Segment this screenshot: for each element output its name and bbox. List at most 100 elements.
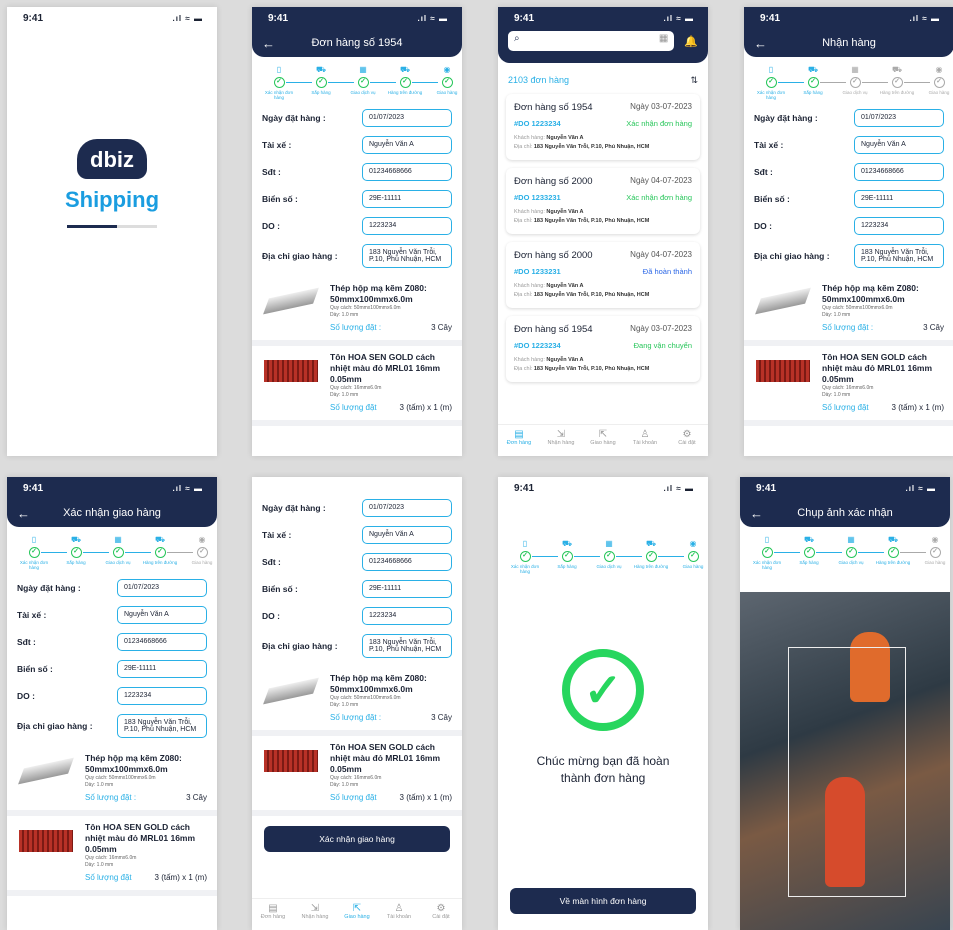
step-label: Xác nhận đơn hàng	[264, 90, 294, 100]
back-arrow-icon[interactable]: ←	[754, 36, 778, 51]
back-arrow-icon[interactable]: ←	[750, 506, 774, 521]
order-card[interactable]: Đơn hàng số 2000 Ngày 04-07-2023 #DO 12332…	[506, 242, 700, 308]
product-thickness: Dày: 1.0 mm	[330, 702, 359, 708]
tab-receive[interactable]: ⇲ Nhận hàng	[540, 425, 582, 456]
tab-account[interactable]: ♙ Tài khoản	[378, 899, 420, 930]
order-stepper: ▯ ✓ Xác nhận đơn hàng ⛟ ✓ Sắp hàng ▦ ✓ Giao dịch…	[15, 535, 213, 575]
order-address: 183 Nguyễn Văn Trỗi, P.10, Phú Nhuận, HC…	[533, 292, 650, 298]
tab-settings[interactable]: ⚙ Cài đặt	[420, 899, 462, 930]
field-label: Tài xế :	[262, 140, 292, 150]
step-label: Giao hàng	[928, 90, 950, 95]
dbiz-logo: dbiz	[77, 139, 147, 179]
tab-deliver[interactable]: ⇱ Giao hàng	[582, 425, 624, 456]
form-row-driver: Tài xế : Nguyễn Văn A	[17, 606, 207, 624]
product-spec: Quy cách: 50mmx100mmx6.0m	[330, 305, 401, 311]
addr-field[interactable]: 183 Nguyễn Văn Trỗi, P.10, Phú Nhuận, HC…	[854, 244, 944, 268]
tab-deliver[interactable]: ⇱ Giao hàng	[336, 899, 378, 930]
plate-field[interactable]: 29E-11111	[362, 190, 452, 208]
order-card[interactable]: Đơn hàng số 2000 Ngày 04-07-2023 #DO 12332…	[506, 168, 700, 234]
product-item: Thép hộp mạ kẽm Z080: 50mmx100mmx6.0m Quy…	[252, 277, 462, 346]
pin-icon: ◉	[935, 65, 943, 74]
check-icon: ✓	[765, 77, 777, 88]
date-field[interactable]: 01/07/2023	[854, 109, 944, 127]
confirm-delivery-button[interactable]: Xác nhận giao hàng	[264, 826, 450, 852]
plate-field[interactable]: 29E-11111	[854, 190, 944, 208]
loading-bar	[67, 225, 157, 228]
receive-icon: ⇲	[556, 429, 566, 440]
addr-field[interactable]: 183 Nguyễn Văn Trỗi, P.10, Phú Nhuận, HC…	[362, 634, 452, 658]
tab-label: Cài đặt	[432, 914, 450, 920]
tab-orders[interactable]: ▤ Đơn hàng	[498, 425, 540, 456]
product-item: Thép hộp mạ kẽm Z080: 50mmx100mmx6.0m Quy…	[744, 277, 953, 346]
order-title: Đơn hàng số 2000	[514, 250, 593, 261]
search-input[interactable]: ⌕ ▦	[508, 31, 675, 51]
step-label: Hàng trên đường	[387, 90, 423, 95]
product-thickness: Dày: 1.0 mm	[330, 312, 359, 318]
back-arrow-icon[interactable]: ←	[262, 36, 286, 51]
filter-icon[interactable]: ⇅	[690, 75, 698, 86]
phone-field[interactable]: 01234668666	[362, 553, 452, 571]
plate-field[interactable]: 29E-11111	[362, 580, 452, 598]
order-card[interactable]: Đơn hàng số 1954 Ngày 03-07-2023 #DO 12232…	[506, 94, 700, 160]
tab-orders[interactable]: ▤ Đơn hàng	[252, 899, 294, 930]
settings-icon: ⚙	[682, 429, 692, 440]
field-label: Tài xế :	[17, 610, 47, 620]
field-label: Ngày đặt hàng :	[17, 583, 81, 593]
notification-bell-icon[interactable]: 🔔	[684, 35, 698, 48]
do-field[interactable]: 1223234	[854, 217, 944, 235]
truck-icon: ⛟	[891, 65, 903, 74]
splash-screen: 9:41 .ıl ≈ ▬ dbiz Shipping	[7, 7, 217, 456]
product-item: Thép hộp mạ kẽm Z080: 50mmx100mmx6.0m Quy…	[252, 667, 462, 736]
addr-field[interactable]: 183 Nguyễn Văn Trỗi, P.10, Phú Nhuận, HC…	[117, 714, 207, 738]
truck-icon: ⛟	[154, 535, 166, 544]
driver-field[interactable]: Nguyễn Văn A	[854, 136, 944, 154]
phone-field[interactable]: 01234668666	[117, 633, 207, 651]
customer-name: Nguyễn Văn A	[546, 357, 584, 363]
customer-label: Khách hàng:	[514, 209, 545, 215]
form-row-addr: Địa chỉ giao hàng : 183 Nguyễn Văn Trỗi, …	[17, 714, 207, 738]
do-field[interactable]: 1223234	[362, 217, 452, 235]
driver-field[interactable]: Nguyễn Văn A	[362, 526, 452, 544]
back-to-orders-button[interactable]: Về màn hình đơn hàng	[510, 888, 696, 914]
product-list: Thép hộp mạ kẽm Z080: 50mmx100mmx6.0m Quy…	[252, 667, 462, 816]
qty-value: 3 (tấm) x 1 (m)	[399, 403, 452, 412]
date-field[interactable]: 01/07/2023	[117, 579, 207, 597]
driver-field[interactable]: Nguyễn Văn A	[362, 136, 452, 154]
clipboard-icon: ▯	[31, 535, 37, 544]
camera-viewfinder[interactable]	[740, 592, 950, 930]
do-field[interactable]: 1223234	[117, 687, 207, 705]
step-label: Giao hàng	[436, 90, 458, 95]
product-item: Tôn HOA SEN GOLD cách nhiệt màu đỏ MRL01…	[744, 346, 953, 426]
phone-field[interactable]: 01234668666	[362, 163, 452, 181]
step-label: Sắp hàng	[66, 560, 86, 565]
step-label: Giao dịch vụ	[842, 90, 868, 95]
tab-account[interactable]: ♙ Tài khoản	[624, 425, 666, 456]
product-name: Tôn HOA SEN GOLD cách nhiệt màu đỏ MRL01…	[822, 352, 933, 384]
customer-label: Khách hàng:	[514, 283, 545, 289]
do-field[interactable]: 1223234	[362, 607, 452, 625]
tab-settings[interactable]: ⚙ Cài đặt	[666, 425, 708, 456]
form-row-do: DO : 1223234	[17, 687, 207, 705]
tab-receive[interactable]: ⇲ Nhận hàng	[294, 899, 336, 930]
status-time: 9:41	[23, 12, 44, 24]
step-label: Xác nhận đơn hàng	[756, 90, 786, 100]
pin-icon: ◉	[689, 539, 697, 548]
qty-label: Số lượng đặt	[85, 873, 132, 882]
date-field[interactable]: 01/07/2023	[362, 499, 452, 517]
step-5: ◉ ✓ Giao hàng	[920, 65, 953, 95]
step-label: Giao dịch vụ	[350, 90, 376, 95]
qty-label: Số lượng đặt	[330, 403, 377, 412]
back-arrow-icon[interactable]: ←	[17, 506, 41, 521]
qr-scan-icon[interactable]: ▦	[659, 33, 668, 49]
plate-field[interactable]: 29E-11111	[117, 660, 207, 678]
status-icons: .ıl ≈ ▬	[172, 13, 203, 23]
form-row-driver: Tài xế : Nguyễn Văn A	[262, 136, 452, 154]
order-card[interactable]: Đơn hàng số 1954 Ngày 03-07-2023 #DO 12232…	[506, 316, 700, 382]
date-field[interactable]: 01/07/2023	[362, 109, 452, 127]
phone-field[interactable]: 01234668666	[854, 163, 944, 181]
product-spec: Quy cách: 50mmx100mmx6.0m	[822, 305, 893, 311]
addr-field[interactable]: 183 Nguyễn Văn Trỗi, P.10, Phú Nhuận, HC…	[362, 244, 452, 268]
product-image	[262, 283, 320, 323]
driver-field[interactable]: Nguyễn Văn A	[117, 606, 207, 624]
step-2: ⛟ ✓ Sắp hàng	[548, 539, 586, 569]
